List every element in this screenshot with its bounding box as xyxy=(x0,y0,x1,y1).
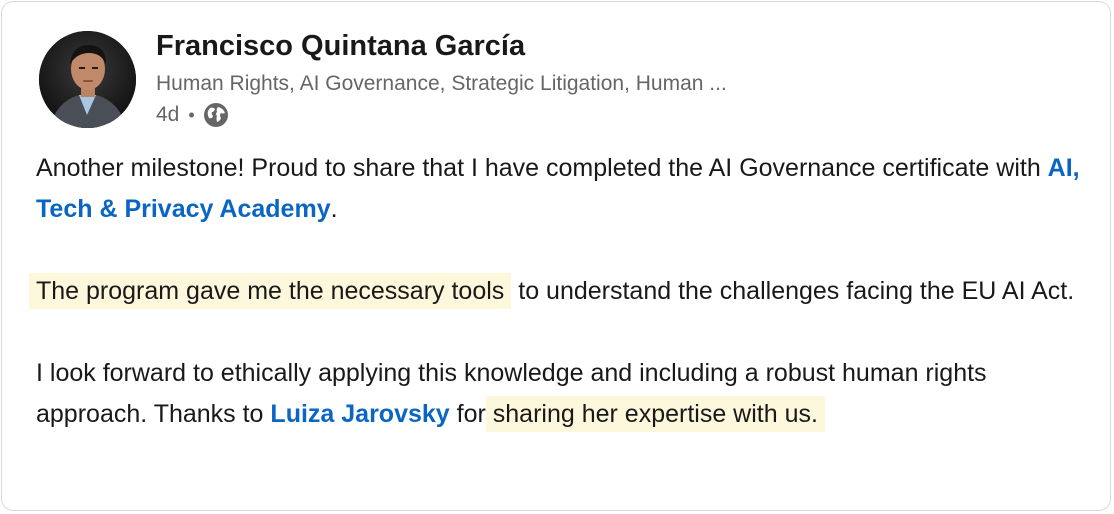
post-paragraph-1: Another milestone! Proud to share that I… xyxy=(36,148,1086,230)
post-body: Another milestone! Proud to share that I… xyxy=(36,148,1086,476)
mention-link-person[interactable]: Luiza Jarovsky xyxy=(270,400,449,428)
paragraph-text: to understand the challenges facing the … xyxy=(511,277,1075,305)
paragraph-text: . xyxy=(330,195,338,223)
highlighted-text: The program gave me the necessary tools xyxy=(36,273,512,309)
post-paragraph-3: I look forward to ethically applying thi… xyxy=(36,353,1086,435)
author-headline: Human Rights, AI Governance, Strategic L… xyxy=(156,72,727,95)
meta-separator: • xyxy=(188,104,195,125)
paragraph-text: for xyxy=(449,400,493,428)
paragraph-text: Another milestone! Proud to share that I… xyxy=(36,154,1048,182)
globe-icon xyxy=(203,102,229,128)
post-timestamp: 4d xyxy=(156,103,180,126)
post-paragraph-2: The program gave me the necessary tools … xyxy=(36,271,1086,312)
post-card: Francisco Quintana García Human Rights, … xyxy=(1,1,1111,511)
author-name[interactable]: Francisco Quintana García xyxy=(156,30,525,63)
author-photo xyxy=(39,31,136,128)
post-meta: 4d • xyxy=(156,102,229,128)
highlighted-text: sharing her expertise with us. xyxy=(492,396,825,432)
author-avatar[interactable] xyxy=(39,31,136,128)
